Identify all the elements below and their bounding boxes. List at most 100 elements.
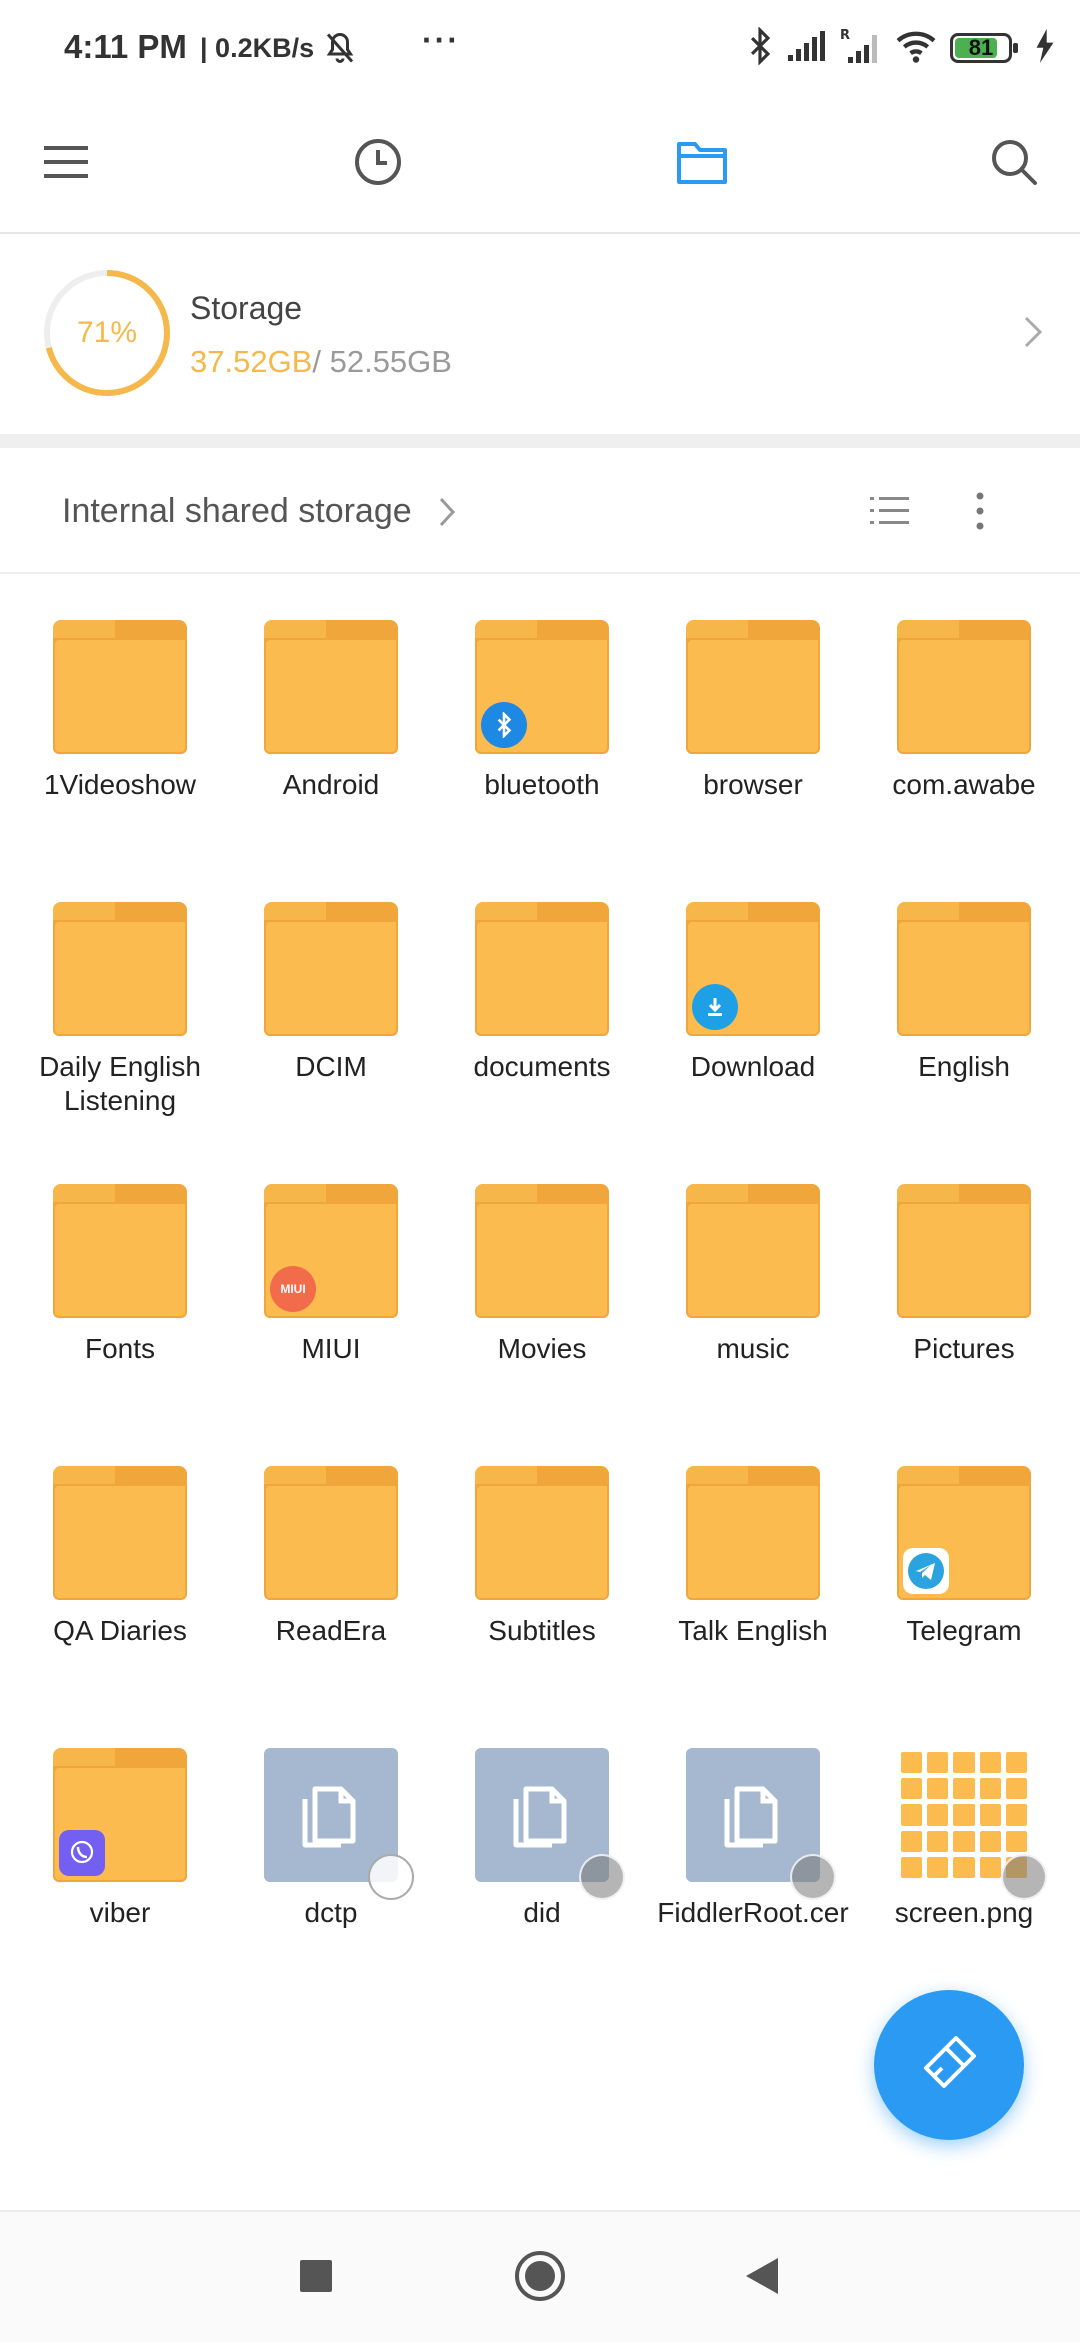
select-checkbox[interactable] — [1001, 1854, 1047, 1900]
file-name: Talk English — [678, 1615, 828, 1646]
folder-icon — [53, 1748, 187, 1882]
file-item[interactable]: Fonts — [14, 1184, 226, 1366]
file-item[interactable]: documents — [436, 902, 648, 1084]
viber-badge-icon — [59, 1830, 105, 1876]
file-name: Download — [690, 1051, 816, 1082]
folder-icon — [897, 902, 1031, 1036]
file-item[interactable]: FiddlerRoot.cer — [647, 1748, 859, 1930]
select-checkbox[interactable] — [368, 1854, 414, 1900]
home-circle-icon[interactable] — [508, 2244, 572, 2308]
file-name: bluetooth — [484, 769, 600, 800]
folder-icon — [475, 902, 609, 1036]
folder-icon — [686, 1184, 820, 1318]
file-item[interactable]: music — [647, 1184, 859, 1366]
storage-title: Storage — [190, 290, 303, 326]
list-view-icon[interactable] — [862, 486, 918, 536]
storage-usage: 37.52GB/ 52.55GB — [190, 344, 452, 380]
file-name: FiddlerRoot.cer — [657, 1897, 849, 1928]
select-checkbox[interactable] — [579, 1854, 625, 1900]
file-name: dctp — [304, 1897, 358, 1928]
folder-icon — [475, 1466, 609, 1600]
file-item[interactable]: Pictures — [858, 1184, 1070, 1366]
more-options-icon[interactable] — [952, 486, 1008, 536]
file-item[interactable]: Subtitles — [436, 1466, 648, 1648]
file-item[interactable]: Talk English — [647, 1466, 859, 1648]
folder-icon — [53, 1466, 187, 1600]
signal-icon — [786, 29, 828, 68]
file-name: 1Videoshow — [43, 769, 197, 800]
file-icon — [686, 1748, 836, 1900]
file-item[interactable]: DCIM — [225, 902, 437, 1084]
more-notifications: ··· — [422, 22, 460, 58]
folder-icon — [264, 620, 398, 754]
chevron-right-icon — [1022, 314, 1044, 355]
breadcrumb[interactable]: Internal shared storage — [62, 492, 412, 531]
chevron-right-icon — [438, 496, 456, 533]
recents-square-icon[interactable] — [284, 2244, 348, 2308]
wifi-icon — [894, 28, 938, 69]
file-name: Movies — [497, 1333, 587, 1364]
file-name: did — [523, 1897, 561, 1928]
cleaner-button[interactable] — [874, 1990, 1024, 2140]
folder-icon — [475, 620, 609, 754]
miui-badge-icon: MIUI — [270, 1266, 316, 1312]
bluetooth-icon — [746, 25, 774, 70]
folder-icon: MIUI — [264, 1184, 398, 1318]
file-item[interactable]: ReadEra — [225, 1466, 437, 1648]
file-item[interactable]: viber — [14, 1748, 226, 1930]
file-item[interactable]: screen.png — [858, 1748, 1070, 1930]
folder-icon — [686, 1466, 820, 1600]
folder-icon[interactable] — [672, 132, 732, 192]
roaming-signal-icon: R — [840, 27, 882, 70]
folder-icon — [53, 902, 187, 1036]
file-item[interactable]: MIUI MIUI — [225, 1184, 437, 1366]
file-item[interactable]: QA Diaries — [14, 1466, 226, 1648]
folder-icon — [897, 1466, 1031, 1600]
file-item[interactable]: com.awabe — [858, 620, 1070, 802]
file-item[interactable]: Download — [647, 902, 859, 1084]
file-name: Telegram — [906, 1615, 1022, 1646]
folder-icon — [264, 902, 398, 1036]
recent-clock-icon[interactable] — [348, 132, 408, 192]
file-item[interactable]: dctp — [225, 1748, 437, 1930]
back-triangle-icon[interactable] — [730, 2244, 794, 2308]
status-time: 4:11 PM — [64, 28, 187, 65]
folder-icon — [897, 1184, 1031, 1318]
file-name: music — [716, 1333, 790, 1364]
search-icon[interactable] — [984, 132, 1044, 192]
file-icon — [475, 1748, 625, 1900]
file-item[interactable]: did — [436, 1748, 648, 1930]
file-name: browser — [703, 769, 803, 800]
mute-bell-icon — [322, 30, 358, 71]
file-name: Pictures — [913, 1333, 1015, 1364]
top-toolbar — [0, 96, 1080, 234]
folder-icon — [686, 620, 820, 754]
file-name: Fonts — [84, 1333, 156, 1364]
file-item[interactable]: 1Videoshow — [14, 620, 226, 802]
file-item[interactable]: English — [858, 902, 1070, 1084]
file-item[interactable]: Movies — [436, 1184, 648, 1366]
file-item[interactable]: Daily English Listening — [14, 902, 226, 1118]
bluetooth-badge-icon — [481, 702, 527, 748]
file-item[interactable]: Android — [225, 620, 437, 802]
file-item[interactable]: browser — [647, 620, 859, 802]
file-item[interactable]: Telegram — [858, 1466, 1070, 1648]
select-checkbox[interactable] — [790, 1854, 836, 1900]
charging-bolt-icon — [1034, 28, 1056, 68]
download-badge-icon — [692, 984, 738, 1030]
storage-summary[interactable]: 71% Storage 37.52GB/ 52.55GB — [0, 234, 1080, 434]
folder-icon — [264, 1466, 398, 1600]
file-name: viber — [89, 1897, 151, 1928]
file-name: ReadEra — [275, 1615, 387, 1646]
path-bar: Internal shared storage — [0, 448, 1080, 574]
battery-level: 81 — [968, 35, 994, 60]
navigation-bar — [0, 2210, 1080, 2342]
battery-icon: 81 — [950, 33, 1018, 63]
folder-icon — [53, 1184, 187, 1318]
file-item[interactable]: bluetooth — [436, 620, 648, 802]
file-name: QA Diaries — [53, 1615, 187, 1646]
folder-icon — [686, 902, 820, 1036]
menu-icon[interactable] — [36, 132, 96, 192]
folder-icon — [475, 1184, 609, 1318]
folder-icon — [53, 620, 187, 754]
